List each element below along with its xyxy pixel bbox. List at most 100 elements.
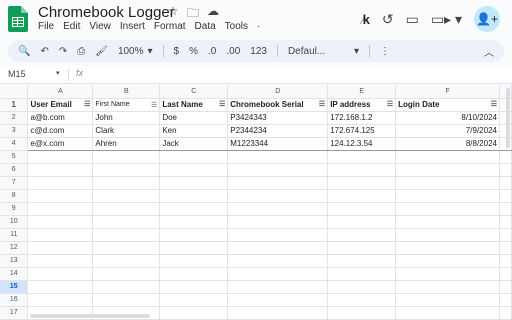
- cell[interactable]: [27, 176, 94, 190]
- row-header[interactable]: 17: [0, 306, 29, 320]
- row-header[interactable]: 4: [0, 137, 29, 151]
- cell[interactable]: [92, 215, 161, 229]
- collapse-menus-icon[interactable]: ︿: [484, 44, 494, 59]
- column-header-f[interactable]: F: [395, 85, 500, 99]
- document-title[interactable]: Chromebook Logger: [38, 4, 175, 21]
- row-header[interactable]: 3: [0, 124, 29, 138]
- horizontal-scrollbar[interactable]: [30, 314, 150, 318]
- cell[interactable]: [327, 293, 397, 307]
- cell[interactable]: [27, 267, 94, 281]
- header-cell[interactable]: First Name ☰: [92, 98, 161, 112]
- cell[interactable]: 172.168.1.2: [327, 111, 397, 125]
- menu-file[interactable]: File: [38, 21, 54, 32]
- cell[interactable]: [327, 215, 397, 229]
- cell[interactable]: [327, 189, 397, 203]
- cell[interactable]: [499, 241, 512, 255]
- row-header[interactable]: 9: [0, 202, 29, 216]
- cell[interactable]: [159, 215, 229, 229]
- cell[interactable]: [159, 163, 229, 177]
- cell[interactable]: [159, 306, 229, 320]
- header-cell[interactable]: IP address ☰: [327, 98, 397, 112]
- cell[interactable]: [227, 189, 329, 203]
- menu-view[interactable]: View: [89, 21, 111, 32]
- column-header-a[interactable]: A: [27, 85, 94, 99]
- cell[interactable]: [227, 215, 329, 229]
- header-cell[interactable]: Last Name ☰: [159, 98, 229, 112]
- cell[interactable]: [227, 150, 329, 164]
- cell[interactable]: [92, 176, 161, 190]
- cell[interactable]: [227, 176, 329, 190]
- cell[interactable]: [227, 280, 329, 294]
- more-formats-button[interactable]: 123: [250, 46, 267, 57]
- header-cell[interactable]: User Email ☰: [27, 98, 94, 112]
- cell[interactable]: [92, 267, 161, 281]
- cell[interactable]: [395, 306, 500, 320]
- row-header[interactable]: 10: [0, 215, 29, 229]
- cell[interactable]: [159, 189, 229, 203]
- header-cell[interactable]: Chromebook Serial ☰: [227, 98, 329, 112]
- cell[interactable]: 172.674.125: [327, 124, 397, 138]
- cell[interactable]: Clark: [92, 124, 161, 138]
- cell[interactable]: [499, 306, 512, 320]
- currency-format-button[interactable]: $: [174, 46, 180, 57]
- cell[interactable]: [499, 280, 512, 294]
- cell[interactable]: [92, 150, 161, 164]
- cell[interactable]: [395, 254, 500, 268]
- row-header[interactable]: 5: [0, 150, 29, 164]
- cell[interactable]: Doe: [159, 111, 229, 125]
- cell[interactable]: [499, 150, 512, 164]
- cell[interactable]: Ahren: [92, 137, 161, 151]
- meet-icon[interactable]: ▭▸ ▾: [431, 11, 462, 28]
- cell[interactable]: [27, 215, 94, 229]
- cell[interactable]: [327, 267, 397, 281]
- cell[interactable]: 8/10/2024: [395, 111, 500, 125]
- column-header-b[interactable]: B: [92, 85, 161, 99]
- row-header[interactable]: 14: [0, 267, 29, 281]
- filter-icon[interactable]: ☰: [319, 100, 325, 108]
- cell[interactable]: [499, 202, 512, 216]
- cell[interactable]: M1223344: [227, 137, 329, 151]
- cell[interactable]: [92, 293, 161, 307]
- undo-icon[interactable]: ↶: [40, 46, 48, 57]
- column-header-d[interactable]: D: [227, 85, 329, 99]
- cell[interactable]: [227, 306, 329, 320]
- cell[interactable]: [499, 228, 512, 242]
- cell[interactable]: [227, 202, 329, 216]
- cell[interactable]: [499, 267, 512, 281]
- cell[interactable]: [395, 241, 500, 255]
- cell[interactable]: [159, 228, 229, 242]
- cell[interactable]: [327, 241, 397, 255]
- cell[interactable]: [92, 202, 161, 216]
- cell[interactable]: [395, 228, 500, 242]
- row-header[interactable]: 13: [0, 254, 29, 268]
- cell[interactable]: [227, 267, 329, 281]
- cell[interactable]: [327, 163, 397, 177]
- row-header[interactable]: 2: [0, 111, 29, 125]
- history-icon[interactable]: ↺: [382, 11, 394, 28]
- cell[interactable]: [159, 267, 229, 281]
- cell[interactable]: [27, 293, 94, 307]
- chevron-down-icon[interactable]: ▾: [354, 46, 359, 57]
- cell[interactable]: John: [92, 111, 161, 125]
- cell[interactable]: 8/8/2024: [395, 137, 500, 151]
- cell[interactable]: [395, 267, 500, 281]
- menu-format[interactable]: Format: [154, 21, 186, 32]
- increase-decimal-button[interactable]: .00: [226, 46, 240, 57]
- cell[interactable]: [499, 163, 512, 177]
- cell[interactable]: [159, 280, 229, 294]
- row-header[interactable]: 8: [0, 189, 29, 203]
- corner-cell[interactable]: [0, 85, 29, 99]
- row-header[interactable]: 6: [0, 163, 29, 177]
- cell[interactable]: [499, 176, 512, 190]
- cell[interactable]: P2344234: [227, 124, 329, 138]
- cell[interactable]: [499, 215, 512, 229]
- cell[interactable]: [159, 176, 229, 190]
- cell[interactable]: [92, 189, 161, 203]
- cell[interactable]: Ken: [159, 124, 229, 138]
- cell[interactable]: [395, 215, 500, 229]
- cell[interactable]: [27, 280, 94, 294]
- cell[interactable]: [159, 293, 229, 307]
- cell[interactable]: [159, 241, 229, 255]
- column-header-e[interactable]: E: [327, 85, 397, 99]
- cell[interactable]: [92, 241, 161, 255]
